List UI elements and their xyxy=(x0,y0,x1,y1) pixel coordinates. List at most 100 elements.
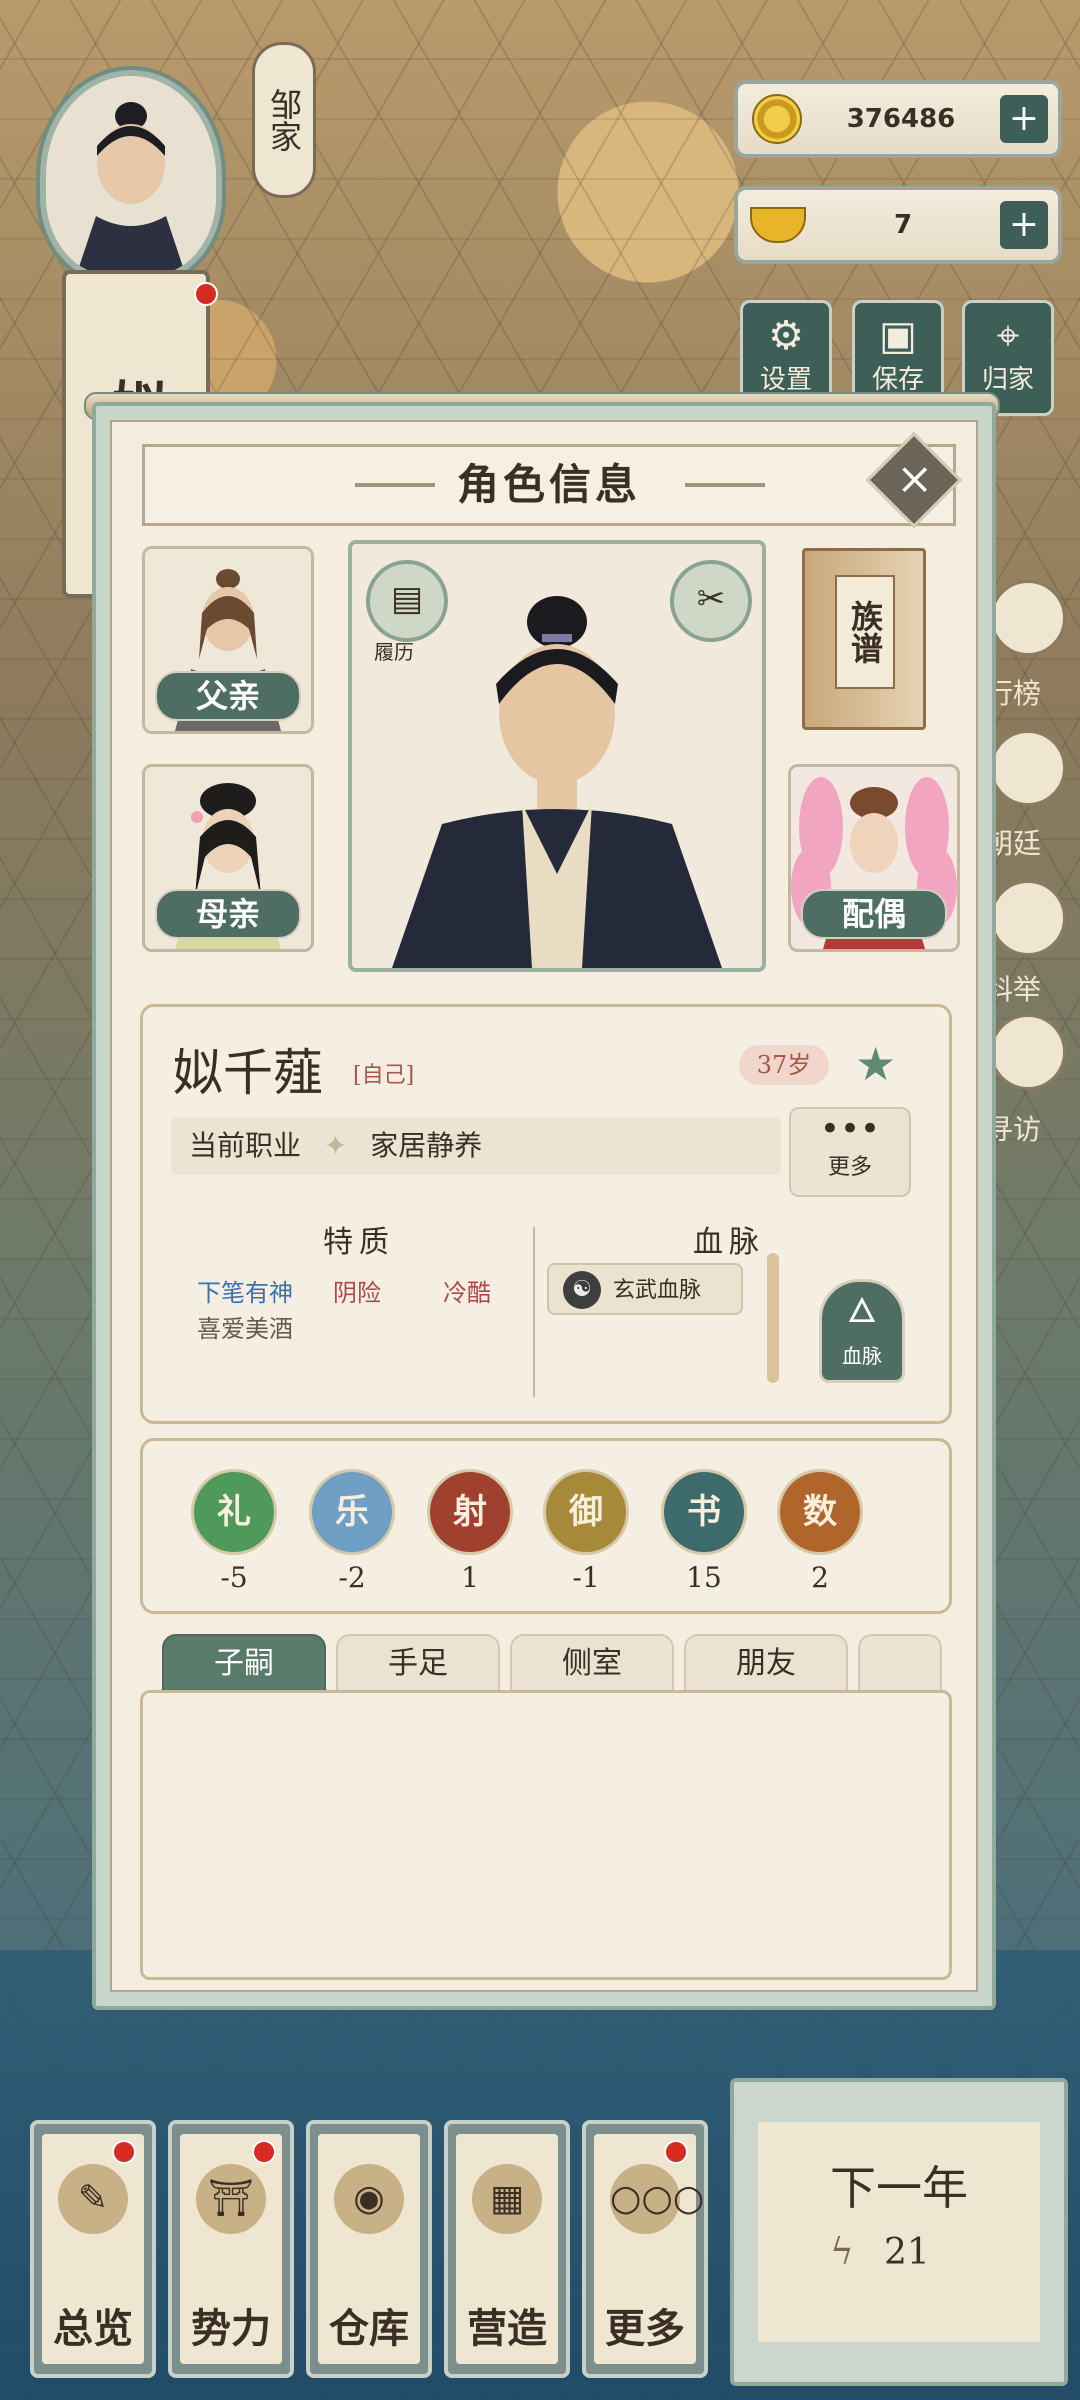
more-info-button[interactable]: ••• 更多 xyxy=(789,1107,911,1197)
stat-charioteering[interactable]: 御 -1 xyxy=(541,1469,631,1594)
ingots-bar: 7 + xyxy=(734,186,1062,264)
gold-ingot-icon xyxy=(750,207,806,243)
tab-overflow[interactable] xyxy=(858,1634,942,1694)
trait-item[interactable]: 下笔有神 xyxy=(197,1273,293,1308)
tab-concubines[interactable]: 侧室 xyxy=(510,1634,674,1694)
energy-value: 21 xyxy=(884,2232,930,2273)
mother-label: 母亲 xyxy=(155,889,301,939)
bloodline-name: 玄武血脉 xyxy=(613,1278,702,1303)
coins-bar: 376486 + xyxy=(734,80,1062,158)
tab-friends[interactable]: 朋友 xyxy=(684,1634,848,1694)
charioteering-icon: 御 xyxy=(543,1469,629,1555)
court-icon[interactable] xyxy=(990,730,1066,806)
character-info-modal: 角色信息 × 父亲 母亲 ▤ 履历 ✂ 族谱 配偶 姒千薤 [自己] 37岁 ★… xyxy=(92,402,996,2010)
title-ornament-right xyxy=(685,483,765,487)
stat-value: -2 xyxy=(338,1561,366,1594)
occupation-label: 当前职业 xyxy=(189,1129,302,1162)
tortoise-snake-icon: ☯ xyxy=(563,1271,601,1309)
go-home-label: 归家 xyxy=(981,365,1034,395)
self-tag: [自己] xyxy=(353,1063,415,1088)
scroll-brush-icon: ✎ xyxy=(58,2164,128,2234)
archery-icon: 射 xyxy=(427,1469,513,1555)
stat-calligraphy[interactable]: 书 15 xyxy=(659,1469,749,1594)
trophy-icon[interactable] xyxy=(990,580,1066,656)
search-icon[interactable] xyxy=(990,1014,1066,1090)
settings-label: 设置 xyxy=(759,365,812,395)
close-icon: × xyxy=(896,453,934,505)
lightning-icon: ϟ xyxy=(830,2232,854,2273)
modal-title-box: 角色信息 xyxy=(142,444,956,526)
more-icon: ○○○ xyxy=(610,2164,704,2234)
next-year-button[interactable]: 下一年 ϟ 21 xyxy=(730,2078,1068,2386)
trait-item[interactable]: 冷酷 xyxy=(443,1273,491,1308)
trait-item[interactable]: 阴险 xyxy=(333,1273,381,1308)
character-name: 姒千薤 xyxy=(173,1044,323,1102)
bricks-trowel-icon: ▦ xyxy=(472,2164,542,2234)
next-year-label: 下一年 xyxy=(830,2161,968,2215)
relations-list[interactable] xyxy=(140,1690,952,1980)
bloodline-scrollbar[interactable] xyxy=(767,1253,779,1383)
style-hair-button[interactable]: ✂ xyxy=(670,560,752,642)
nav-power[interactable]: ⛩ 势力 xyxy=(168,2120,294,2378)
nav-construction[interactable]: ▦ 营造 xyxy=(444,2120,570,2378)
coin-icon xyxy=(752,94,802,144)
stat-rites[interactable]: 礼 -5 xyxy=(189,1469,279,1594)
section-divider xyxy=(533,1227,535,1397)
scissors-comb-icon: ✂ xyxy=(696,579,726,619)
divider-icon: ✦ xyxy=(323,1129,348,1162)
nav-more[interactable]: ○○○ 更多 xyxy=(582,2120,708,2378)
notification-dot xyxy=(194,282,218,306)
mathematics-icon: 数 xyxy=(777,1469,863,1555)
family-name-tag[interactable]: 邹家 xyxy=(252,42,316,198)
stat-value: -1 xyxy=(572,1561,600,1594)
more-info-label: 更多 xyxy=(827,1155,872,1180)
nav-more-label: 更多 xyxy=(605,2305,685,2352)
age-badge: 37岁 xyxy=(739,1045,829,1085)
stat-mathematics[interactable]: 数 2 xyxy=(775,1469,865,1594)
more-dots-icon: ••• xyxy=(819,1109,881,1149)
father-card[interactable]: 父亲 xyxy=(142,546,314,734)
save-icon: ▣ xyxy=(879,313,917,359)
player-avatar[interactable] xyxy=(40,70,222,282)
rites-icon: 礼 xyxy=(191,1469,277,1555)
nav-overview[interactable]: ✎ 总览 xyxy=(30,2120,156,2378)
favorite-star-icon[interactable]: ★ xyxy=(855,1037,896,1091)
nav-construction-label: 营造 xyxy=(467,2305,547,2352)
stat-music[interactable]: 乐 -2 xyxy=(307,1469,397,1594)
bloodline-button-label: 血脉 xyxy=(842,1344,882,1368)
coins-value: 376486 xyxy=(846,104,956,134)
spouse-card[interactable]: 配偶 xyxy=(788,764,960,952)
tab-siblings[interactable]: 手足 xyxy=(336,1634,500,1694)
flame-icon: 🜂 xyxy=(847,1291,877,1331)
stat-archery[interactable]: 射 1 xyxy=(425,1469,515,1594)
resume-label: 履历 xyxy=(374,640,414,664)
character-info-panel: 姒千薤 [自己] 37岁 ★ 当前职业 ✦ 家居静养 ••• 更多 特质 血脉 … xyxy=(140,1004,952,1424)
mother-card[interactable]: 母亲 xyxy=(142,764,314,952)
nav-power-label: 势力 xyxy=(191,2305,271,2352)
genealogy-book-button[interactable]: 族谱 xyxy=(802,548,926,730)
save-label: 保存 xyxy=(871,365,924,395)
modal-title: 角色信息 xyxy=(456,460,641,509)
bloodline-tag[interactable]: ☯ 玄武血脉 xyxy=(547,1263,743,1315)
nav-overview-label: 总览 xyxy=(53,2305,133,2352)
exam-icon[interactable] xyxy=(990,880,1066,956)
stat-value: 15 xyxy=(686,1561,722,1594)
nav-warehouse-label: 仓库 xyxy=(329,2305,409,2352)
add-ingots-button[interactable]: + xyxy=(1000,201,1048,249)
resume-button[interactable]: ▤ xyxy=(366,560,448,642)
notification-dot xyxy=(664,2140,688,2164)
six-arts-stats-panel: 礼 -5 乐 -2 射 1 御 -1 书 15 数 2 xyxy=(140,1438,952,1614)
add-coins-button[interactable]: + xyxy=(1000,95,1048,143)
father-label: 父亲 xyxy=(155,671,301,721)
gear-icon: ⚙ xyxy=(768,313,804,359)
bloodline-button[interactable]: 🜂 血脉 xyxy=(819,1279,905,1383)
ingots-value: 7 xyxy=(893,210,913,240)
nav-warehouse[interactable]: ◉ 仓库 xyxy=(306,2120,432,2378)
music-icon: 乐 xyxy=(309,1469,395,1555)
occupation-bar: 当前职业 ✦ 家居静养 xyxy=(171,1117,781,1175)
occupation-value: 家居静养 xyxy=(370,1129,483,1162)
trait-item[interactable]: 喜爱美酒 xyxy=(197,1309,293,1344)
tab-children[interactable]: 子嗣 xyxy=(162,1634,326,1694)
title-ornament-left xyxy=(355,483,435,487)
bloodline-header: 血脉 xyxy=(693,1225,765,1260)
